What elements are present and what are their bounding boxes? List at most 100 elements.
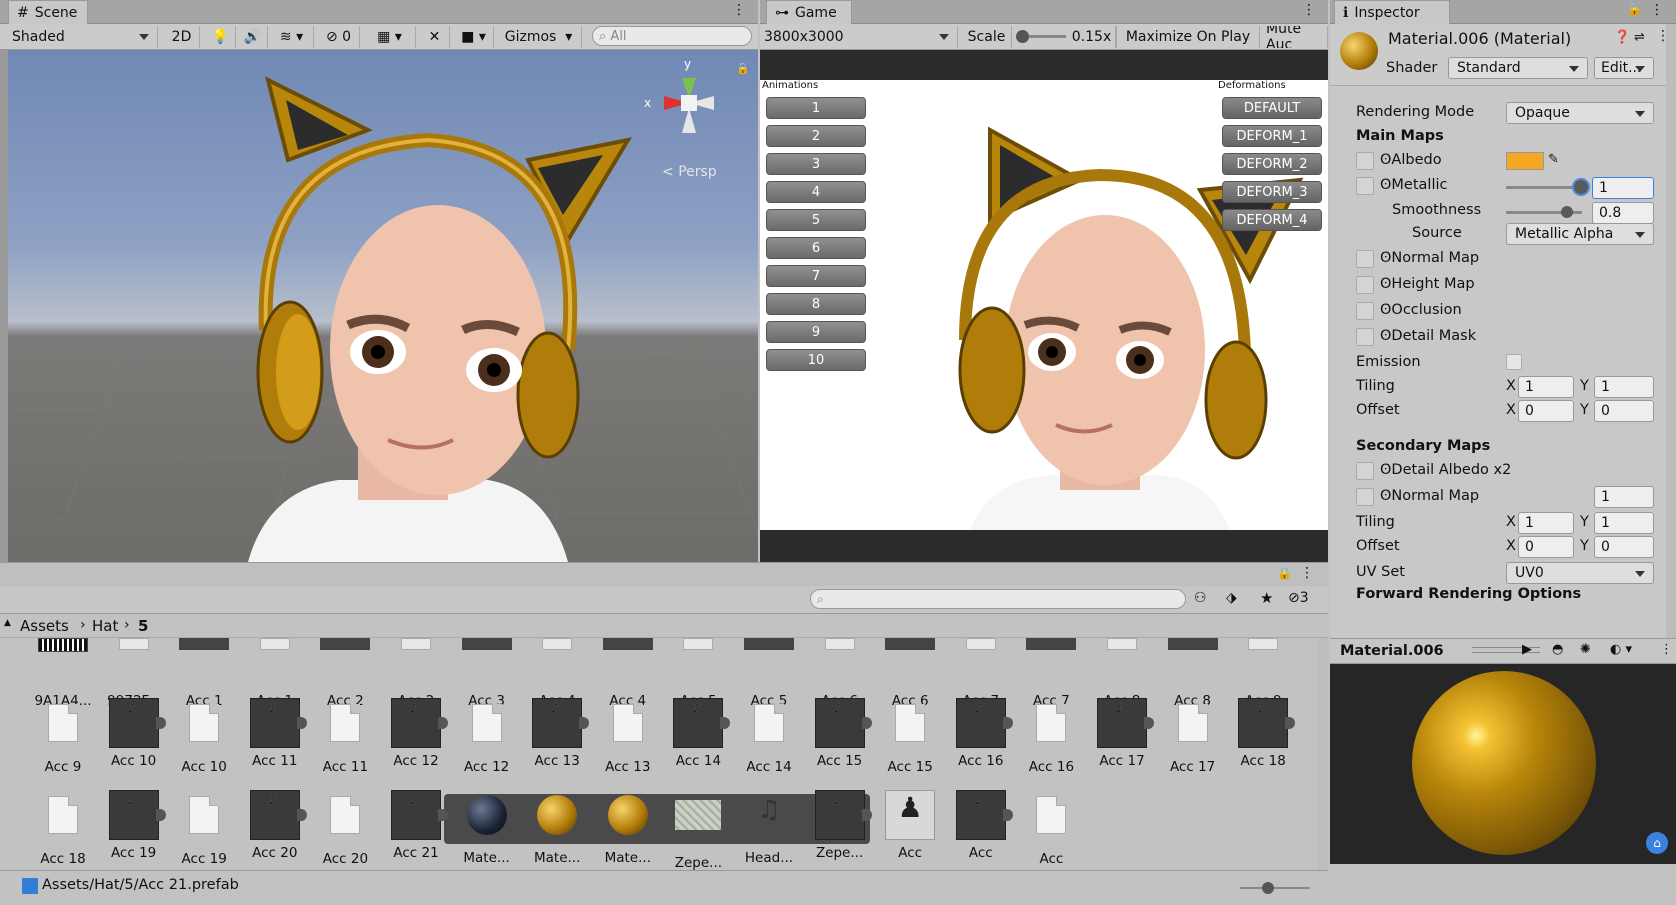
lock-icon[interactable]: 🔒	[736, 62, 750, 75]
asset-item[interactable]: Acc 14	[736, 698, 802, 775]
maximize-on-play-button[interactable]: Maximize On Play	[1116, 26, 1260, 48]
eyedropper-icon[interactable]: ✎	[1548, 152, 1559, 167]
more-menu-icon[interactable]: ⋮	[1302, 2, 1316, 18]
edit-shader-button[interactable]: Edit...	[1594, 57, 1654, 79]
normal-map-texture-slot[interactable]	[1356, 250, 1374, 268]
lighting-icon[interactable]: 💡	[206, 26, 236, 48]
smoothness-value-field[interactable]: 0.8	[1592, 202, 1654, 224]
more-menu-icon[interactable]: ⋮	[1650, 2, 1664, 18]
metallic-texture-slot[interactable]	[1356, 177, 1374, 195]
scene-search-input[interactable]: ⌕ All	[592, 26, 752, 46]
asset-item[interactable]: Acc 9	[30, 698, 96, 775]
height-map-texture-slot[interactable]	[1356, 276, 1374, 294]
grid-snap-icon[interactable]: ▦ ▾	[364, 26, 416, 48]
preset-icon[interactable]: ⇌	[1634, 30, 1645, 45]
2d-toggle[interactable]: 2D	[164, 26, 200, 48]
asset-item[interactable]: Acc 17	[1160, 698, 1226, 775]
inspector-scrollbar[interactable]	[1666, 24, 1676, 640]
game-viewport[interactable]: Animations Deformations 1 2 3 4 5 6 7 8 …	[760, 50, 1328, 562]
asset-item[interactable]: Acc 18	[1230, 698, 1296, 769]
emission-checkbox[interactable]	[1506, 354, 1522, 370]
deform-button-3[interactable]: DEFORM_3	[1222, 181, 1322, 203]
animation-button-6[interactable]: 6	[766, 237, 866, 259]
asset-item[interactable]: Acc 18	[30, 790, 96, 867]
scroll-up-icon[interactable]: ▲	[4, 618, 11, 628]
normal-map-2-scale-field[interactable]: 1	[1594, 486, 1654, 508]
tab-scene[interactable]: # Scene	[8, 0, 88, 24]
offset-2-x-field[interactable]: 0	[1518, 536, 1574, 558]
camera-icon[interactable]: ■ ▾	[454, 26, 494, 48]
asset-item[interactable]: Acc 20	[312, 790, 378, 867]
animation-button-9[interactable]: 9	[766, 321, 866, 343]
icon-size-slider[interactable]	[1240, 882, 1310, 894]
asset-item[interactable]: Acc 16	[1018, 698, 1084, 775]
breadcrumb-hat[interactable]: Hat	[92, 617, 118, 635]
tab-inspector[interactable]: ℹ Inspector	[1334, 0, 1450, 24]
animation-button-10[interactable]: 10	[766, 349, 866, 371]
metallic-value-field[interactable]: 1	[1592, 177, 1654, 199]
breadcrumb-current[interactable]: 5	[138, 617, 148, 635]
asset-item[interactable]: Acc 13	[524, 698, 590, 769]
asset-item[interactable]: Acc 11	[242, 698, 308, 769]
more-menu-icon[interactable]: ⋮	[732, 2, 746, 18]
tiling-x-field[interactable]: 1	[1518, 376, 1574, 398]
deform-button-4[interactable]: DEFORM_4	[1222, 209, 1322, 231]
asset-item[interactable]: Acc 15	[807, 698, 873, 769]
project-scrollbar[interactable]	[1318, 638, 1328, 870]
shader-dropdown[interactable]: Standard	[1448, 57, 1588, 79]
occlusion-texture-slot[interactable]	[1356, 302, 1374, 320]
animation-button-1[interactable]: 1	[766, 97, 866, 119]
asset-item[interactable]: Acc 12	[383, 698, 449, 769]
lock-icon[interactable]: 🔓	[1627, 2, 1642, 16]
effects-icon[interactable]: ≋ ▾	[270, 26, 314, 48]
animation-button-4[interactable]: 4	[766, 181, 866, 203]
asset-item[interactable]: Acc 16	[948, 698, 1014, 769]
more-menu-icon[interactable]: ⋮	[1300, 565, 1314, 581]
smoothness-slider-handle[interactable]	[1561, 206, 1573, 218]
more-menu-icon[interactable]: ⋮	[1660, 642, 1673, 657]
offset-y-field[interactable]: 0	[1594, 400, 1654, 422]
perspective-label[interactable]: < Persp	[662, 164, 717, 180]
deform-button-2[interactable]: DEFORM_2	[1222, 153, 1322, 175]
asset-item[interactable]: Mate...	[524, 790, 590, 866]
asset-item[interactable]: Acc 15	[877, 698, 943, 775]
rendering-mode-dropdown[interactable]: Opaque	[1506, 102, 1654, 124]
label-icon[interactable]: ⬗	[1226, 590, 1237, 606]
source-dropdown[interactable]: Metallic Alpha	[1506, 223, 1654, 245]
favorites-star-icon[interactable]: ★	[1260, 589, 1273, 607]
asset-item[interactable]: Acc 12	[454, 698, 520, 775]
asset-item[interactable]: Acc 19	[101, 790, 167, 861]
tools-icon[interactable]: ✕	[420, 26, 450, 48]
uv-set-dropdown[interactable]: UV0	[1506, 562, 1654, 584]
mute-audio-button[interactable]: Mute Auc	[1262, 26, 1328, 48]
gizmos-dropdown[interactable]: Gizmos ▾	[496, 26, 582, 48]
detail-albedo-texture-slot[interactable]	[1356, 462, 1374, 480]
animation-button-8[interactable]: 8	[766, 293, 866, 315]
asset-item[interactable]: Zepe...	[807, 790, 873, 861]
tiling-y-field[interactable]: 1	[1594, 376, 1654, 398]
asset-item[interactable]: Acc 10	[171, 698, 237, 775]
asset-item[interactable]: ♟ Acc	[877, 790, 943, 861]
smoothness-slider[interactable]	[1506, 206, 1582, 218]
tiling-2-x-field[interactable]: 1	[1518, 512, 1574, 534]
animation-button-7[interactable]: 7	[766, 265, 866, 287]
asset-item[interactable]: Acc	[948, 790, 1014, 861]
project-search-input[interactable]: ⌕	[810, 589, 1186, 609]
hidden-objects-toggle[interactable]: ⊘ 0	[318, 26, 360, 48]
preview-mesh-icon[interactable]: ◐ ▾	[1610, 642, 1632, 657]
breadcrumb-assets[interactable]: Assets	[20, 617, 69, 635]
asset-item[interactable]: Acc 20	[242, 790, 308, 861]
tag-icon[interactable]: ⌂	[1646, 832, 1668, 854]
tab-game[interactable]: ⊶ Game	[766, 0, 852, 24]
asset-item[interactable]: Acc 19	[171, 790, 237, 867]
asset-item[interactable]: Mate...	[454, 790, 520, 866]
asset-item[interactable]: Mate...	[595, 790, 661, 866]
hidden-packages-toggle[interactable]: ⊘3	[1288, 590, 1309, 606]
animation-button-2[interactable]: 2	[766, 125, 866, 147]
scene-viewport[interactable]: y x 🔒 < Persp	[8, 50, 758, 562]
help-icon[interactable]: ❓	[1614, 30, 1630, 45]
lighting-icon[interactable]: ✺	[1580, 642, 1591, 657]
asset-item[interactable]: Acc 21	[383, 790, 449, 861]
metallic-slider[interactable]	[1506, 180, 1588, 194]
scale-slider[interactable]	[1016, 30, 1066, 43]
